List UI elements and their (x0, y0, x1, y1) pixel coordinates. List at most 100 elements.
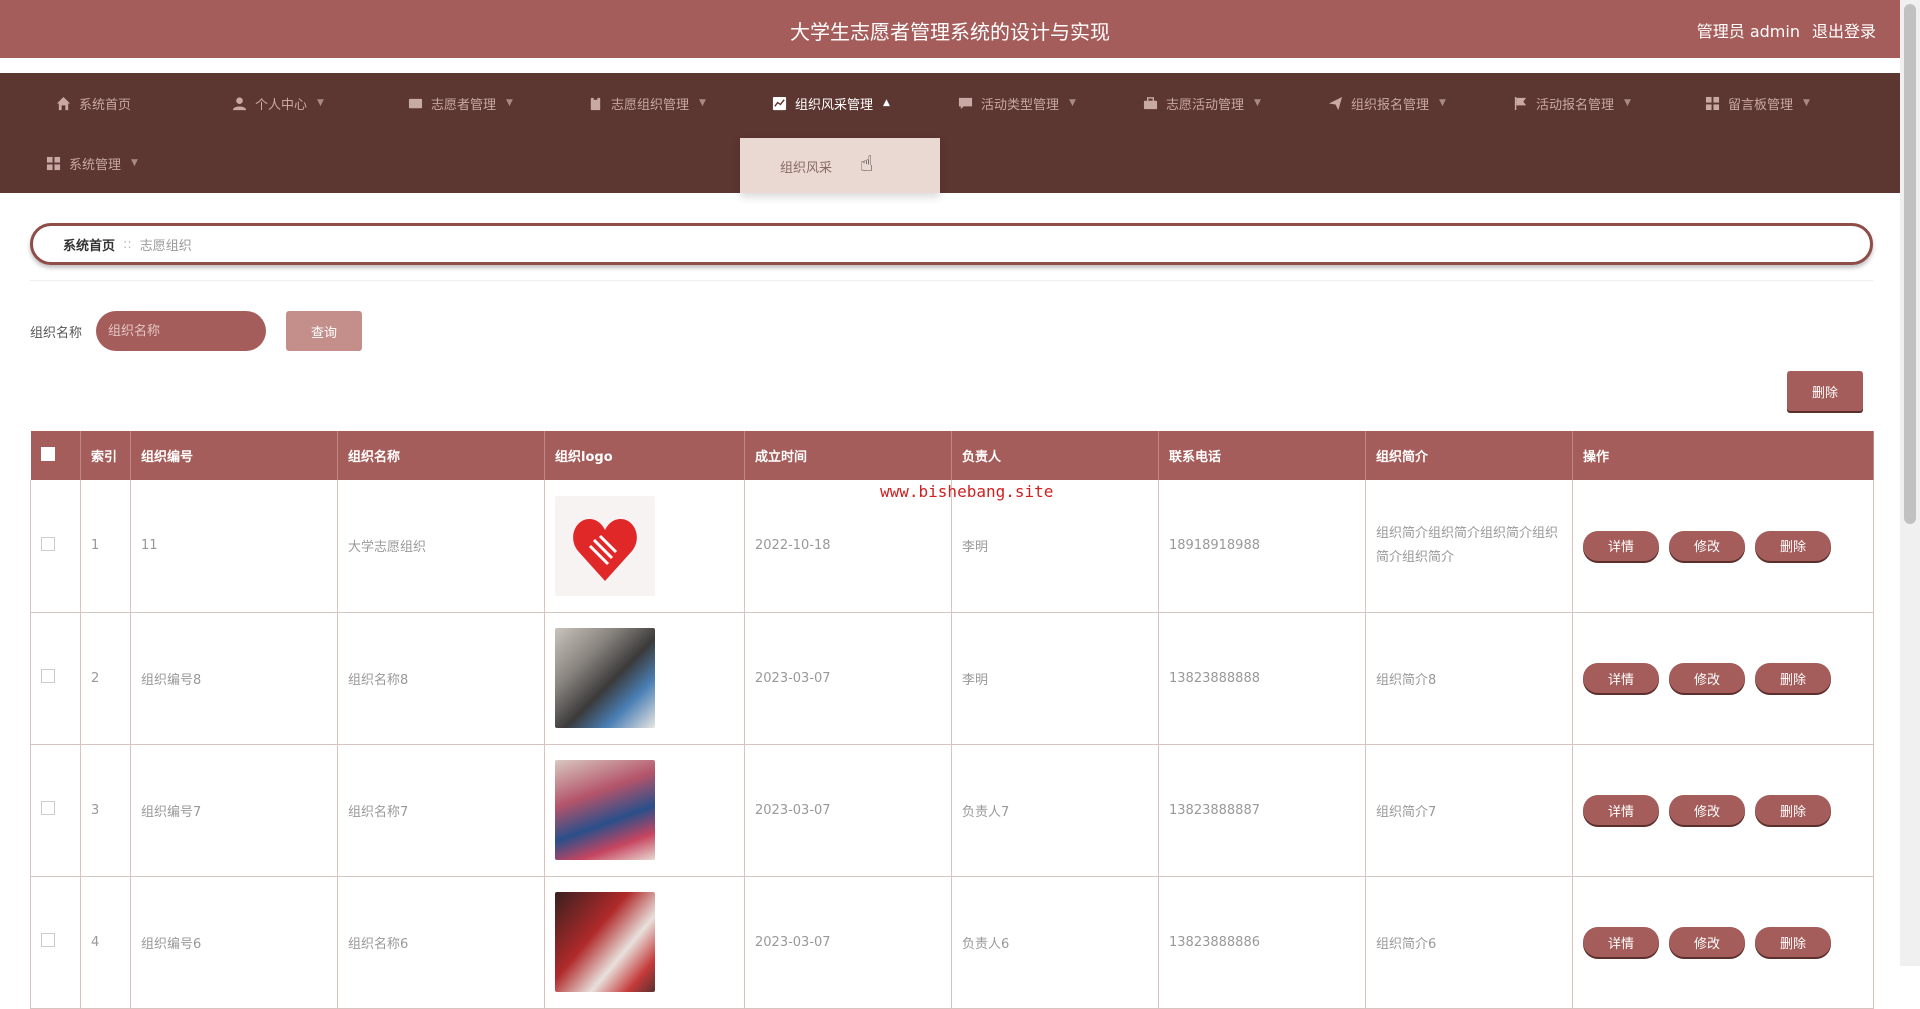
nav-label: 系统首页 (79, 97, 132, 113)
logout-link[interactable]: 退出登录 (1812, 18, 1876, 42)
chevron-down-icon: ▼ (1803, 98, 1810, 108)
row-checkbox[interactable] (41, 801, 55, 815)
nav-item-activities[interactable]: 志愿活动管理 ▼ (1143, 73, 1261, 133)
delete-button[interactable]: 删除 (1755, 530, 1831, 561)
nav-item-home[interactable]: 系统首页 (56, 73, 131, 133)
watermark-text: www.bishebang.site (880, 482, 1054, 501)
nav-label: 组织报名管理 (1351, 97, 1430, 113)
row-checkbox[interactable] (41, 669, 55, 683)
page-scrollbar[interactable] (1900, 0, 1920, 966)
heart-hands-logo (555, 495, 655, 596)
row-checkbox-cell (30, 744, 81, 876)
nav-item-activity-types[interactable]: 活动类型管理 ▼ (958, 73, 1076, 133)
cell-actions: 详情 修改 删除 (1572, 480, 1874, 612)
row-checkbox[interactable] (41, 536, 55, 551)
cell-leader: 李明 (951, 612, 1159, 744)
dropdown-item-org-style[interactable]: 组织风采 (780, 157, 832, 176)
col-header: 组织编号 (130, 431, 338, 480)
nav-label: 活动类型管理 (981, 97, 1060, 113)
nav-item-system[interactable]: 系统管理 ▼ (46, 133, 138, 193)
cell-name: 组织名称6 (337, 876, 545, 1008)
row-checkbox-cell (30, 876, 81, 1008)
chevron-down-icon: ▼ (1254, 98, 1261, 108)
nav-label: 组织风采管理 (795, 97, 874, 113)
chat-icon (958, 97, 973, 109)
nav-item-orgs[interactable]: 志愿组织管理 ▼ (588, 73, 706, 133)
breadcrumb-separator: :: (123, 236, 132, 252)
divider (30, 280, 1873, 281)
delete-button[interactable]: 删除 (1755, 795, 1831, 825)
volunteer-photo (555, 760, 655, 860)
nav-item-org-signup[interactable]: 组织报名管理 ▼ (1328, 73, 1446, 133)
send-icon (1328, 96, 1343, 110)
detail-button[interactable]: 详情 (1583, 927, 1659, 957)
main-nav: 系统首页 个人中心 ▼ 志愿者管理 ▼ 志愿组织管理 ▼ 组织风采管理 ▲ 活动类型管理… (0, 73, 1900, 193)
nav-label: 个人中心 (255, 97, 308, 113)
chevron-up-icon: ▲ (883, 98, 890, 108)
edit-button[interactable]: 修改 (1669, 663, 1745, 693)
edit-button[interactable]: 修改 (1669, 927, 1745, 957)
breadcrumb-current: 志愿组织 (139, 238, 192, 254)
cell-name: 大学志愿组织 (337, 480, 545, 612)
volunteer-photo (555, 892, 655, 992)
cell-intro: 组织简介7 (1365, 744, 1573, 876)
home-icon (56, 96, 71, 110)
cell-date: 2023-03-07 (744, 744, 952, 876)
cell-index: 1 (80, 480, 131, 612)
batch-delete-button[interactable]: 删除 (1787, 371, 1863, 411)
col-header: 成立时间 (744, 431, 952, 480)
user-icon (232, 96, 247, 110)
cell-code: 组织编号8 (130, 612, 338, 744)
nav-item-volunteers[interactable]: 志愿者管理 ▼ (408, 73, 513, 133)
breadcrumb-home[interactable]: 系统首页 (63, 235, 115, 254)
nav-item-guestbook[interactable]: 留言板管理 ▼ (1705, 73, 1810, 133)
grid-icon (46, 156, 61, 170)
cell-logo (544, 744, 745, 876)
delete-button[interactable]: 删除 (1755, 663, 1831, 693)
edit-button[interactable]: 修改 (1669, 530, 1745, 561)
nav-label: 志愿活动管理 (1166, 97, 1245, 113)
cell-phone: 13823888886 (1158, 876, 1366, 1008)
detail-button[interactable]: 详情 (1583, 795, 1659, 825)
cell-leader: 负责人6 (951, 876, 1159, 1008)
cell-code: 组织编号7 (130, 744, 338, 876)
cell-logo (544, 480, 745, 612)
nav-item-personal[interactable]: 个人中心 ▼ (232, 73, 324, 133)
cell-intro: 组织简介组织简介组织简介组织简介组织简介 (1365, 480, 1573, 612)
col-header: 组织名称 (337, 431, 545, 480)
table-row: 4 组织编号6 组织名称6 2023-03-07 负责人6 1382388888… (30, 876, 1874, 1008)
table-header-row: 索引 组织编号 组织名称 组织logo 成立时间 负责人 联系电话 组织简介 操… (30, 431, 1874, 480)
breadcrumb: 系统首页 :: 志愿组织 (30, 223, 1873, 265)
nav-item-activity-signup[interactable]: 活动报名管理 ▼ (1513, 73, 1631, 133)
nav-label: 系统管理 (69, 157, 122, 173)
chevron-down-icon: ▼ (1069, 98, 1076, 108)
search-input[interactable] (96, 311, 266, 351)
cell-index: 3 (80, 744, 131, 876)
col-header: 组织logo (544, 431, 745, 480)
org-style-dropdown: 组织风采 (740, 138, 940, 193)
user-area: 管理员 admin 退出登录 (1697, 18, 1876, 42)
edit-button[interactable]: 修改 (1669, 795, 1745, 825)
nav-label: 留言板管理 (1728, 97, 1794, 113)
row-checkbox-cell (30, 612, 81, 744)
detail-button[interactable]: 详情 (1583, 530, 1659, 561)
nav-label: 活动报名管理 (1536, 97, 1615, 113)
chart-icon (772, 96, 787, 110)
chevron-down-icon: ▼ (1439, 98, 1446, 108)
select-all-checkbox[interactable] (40, 446, 55, 461)
col-header: 索引 (80, 431, 131, 480)
detail-button[interactable]: 详情 (1583, 663, 1659, 693)
org-table: 索引 组织编号 组织名称 组织logo 成立时间 负责人 联系电话 组织简介 操… (30, 431, 1874, 1009)
user-label[interactable]: 管理员 admin (1697, 18, 1800, 42)
cell-intro: 组织简介6 (1365, 876, 1573, 1008)
cell-name: 组织名称7 (337, 744, 545, 876)
cell-index: 4 (80, 876, 131, 1008)
nav-item-org-style[interactable]: 组织风采管理 ▲ (772, 73, 890, 133)
cell-phone: 18918918988 (1158, 480, 1366, 612)
cell-actions: 详情 修改 删除 (1572, 876, 1874, 1008)
col-header: 负责人 (951, 431, 1159, 480)
delete-button[interactable]: 删除 (1755, 927, 1831, 957)
row-checkbox[interactable] (41, 933, 55, 947)
query-button[interactable]: 查询 (286, 311, 362, 351)
scrollbar-thumb[interactable] (1904, 4, 1916, 524)
